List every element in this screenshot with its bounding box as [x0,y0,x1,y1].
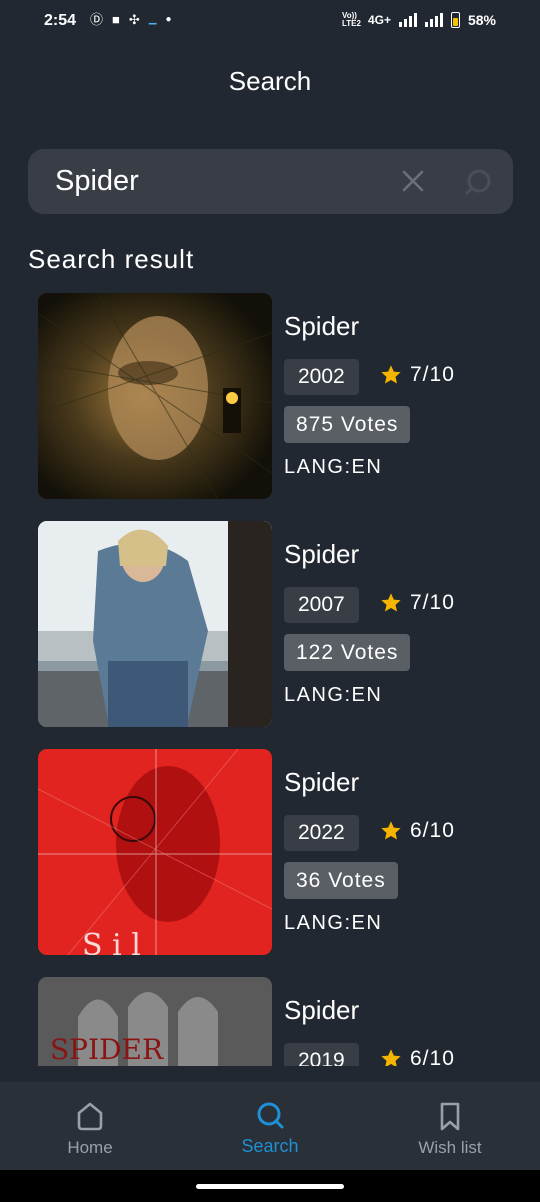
star-icon [381,821,401,840]
movie-poster: S i l [38,749,272,955]
signal-icon-2 [424,13,443,27]
home-gesture-bar[interactable] [196,1184,344,1189]
search-icon [257,1102,284,1129]
rating-value: 7/10 [410,363,455,386]
battery-percent: 58% [467,12,496,28]
nav-wishlist-label: Wish list [418,1138,482,1157]
result-language: LANG:EN [284,912,383,934]
result-card[interactable]: Spider 2007 7/10 122 Votes LANG:EN [38,521,508,727]
poster-image [38,293,272,499]
nav-home[interactable]: Home [0,1082,180,1170]
star-icon [381,1049,401,1066]
rating-value: 6/10 [410,819,455,842]
search-submit-icon[interactable] [464,168,492,196]
page-title: Search [228,66,312,96]
app-notification-icon: Ⓓ [90,12,104,27]
result-title: Spider [284,995,360,1025]
result-votes: 875 Votes [284,406,411,443]
home-icon [77,1102,103,1131]
result-card[interactable]: S i l Spider 2022 6/10 36 Votes LANG:EN [38,749,508,955]
nav-search[interactable]: Search [180,1082,360,1170]
poster-title-text: S i l [82,928,141,955]
status-bar: 2:54 Ⓓ ■ ✣ ▁ ● Vo)) LTE2 4G+ 58% [0,0,540,46]
result-rating: 6/10 [380,819,455,843]
result-language: LANG:EN [284,456,383,478]
bookmark-icon [440,1102,460,1131]
result-year: 2019 [284,1043,359,1066]
result-language: LANG:EN [284,684,383,706]
search-input[interactable]: Spider [55,165,139,198]
result-year: 2007 [284,587,359,623]
result-votes: 122 Votes [284,634,411,671]
poster-title-text: SPIDER [50,1033,164,1066]
bottom-nav: Home Search Wish list [0,1082,540,1170]
result-title: Spider [284,311,360,341]
section-title: Search result [28,244,195,274]
clear-icon[interactable] [400,168,426,194]
result-rating: 7/10 [380,591,455,615]
nav-home-label: Home [67,1138,113,1157]
poster-image: S i l [38,749,272,955]
result-year: 2002 [284,359,359,395]
result-card[interactable]: SPIDER Spider 2019 6/10 [38,977,508,1066]
star-icon [381,593,401,612]
movie-poster [38,293,272,499]
result-votes: 36 Votes [284,862,398,899]
nav-search-label: Search [241,1136,299,1156]
results-list[interactable]: Spider 2002 7/10 875 Votes LANG:EN Spide… [0,292,540,1066]
dot-icon: ● [165,14,172,25]
lte-label: Vo)) LTE2 [341,11,361,28]
status-right: Vo)) LTE2 4G+ 58% [342,12,496,28]
fan-icon: ✣ [128,12,140,27]
movie-poster [38,521,272,727]
result-card[interactable]: Spider 2002 7/10 875 Votes LANG:EN [38,293,508,499]
signal-icon [398,13,417,27]
notification-icons: Ⓓ ■ ✣ ▁ ● [90,11,172,29]
result-year: 2022 [284,815,359,851]
status-time: 2:54 [44,12,77,29]
search-box[interactable]: Spider [28,149,513,214]
rating-value: 6/10 [410,1047,455,1066]
battery-icon [450,12,460,28]
poster-image: SPIDER [38,977,272,1066]
download-icon: ▁ [148,14,157,25]
result-title: Spider [284,539,360,569]
result-title: Spider [284,767,360,797]
network-label: 4G+ [367,13,391,27]
poster-image [38,521,272,727]
nav-wishlist[interactable]: Wish list [360,1082,540,1170]
result-rating: 6/10 [380,1047,455,1066]
movie-poster: SPIDER [38,977,272,1066]
rating-value: 7/10 [410,591,455,614]
star-icon [381,365,401,384]
gesture-area [0,1170,540,1202]
video-icon: ■ [112,12,120,27]
result-rating: 7/10 [380,363,455,387]
